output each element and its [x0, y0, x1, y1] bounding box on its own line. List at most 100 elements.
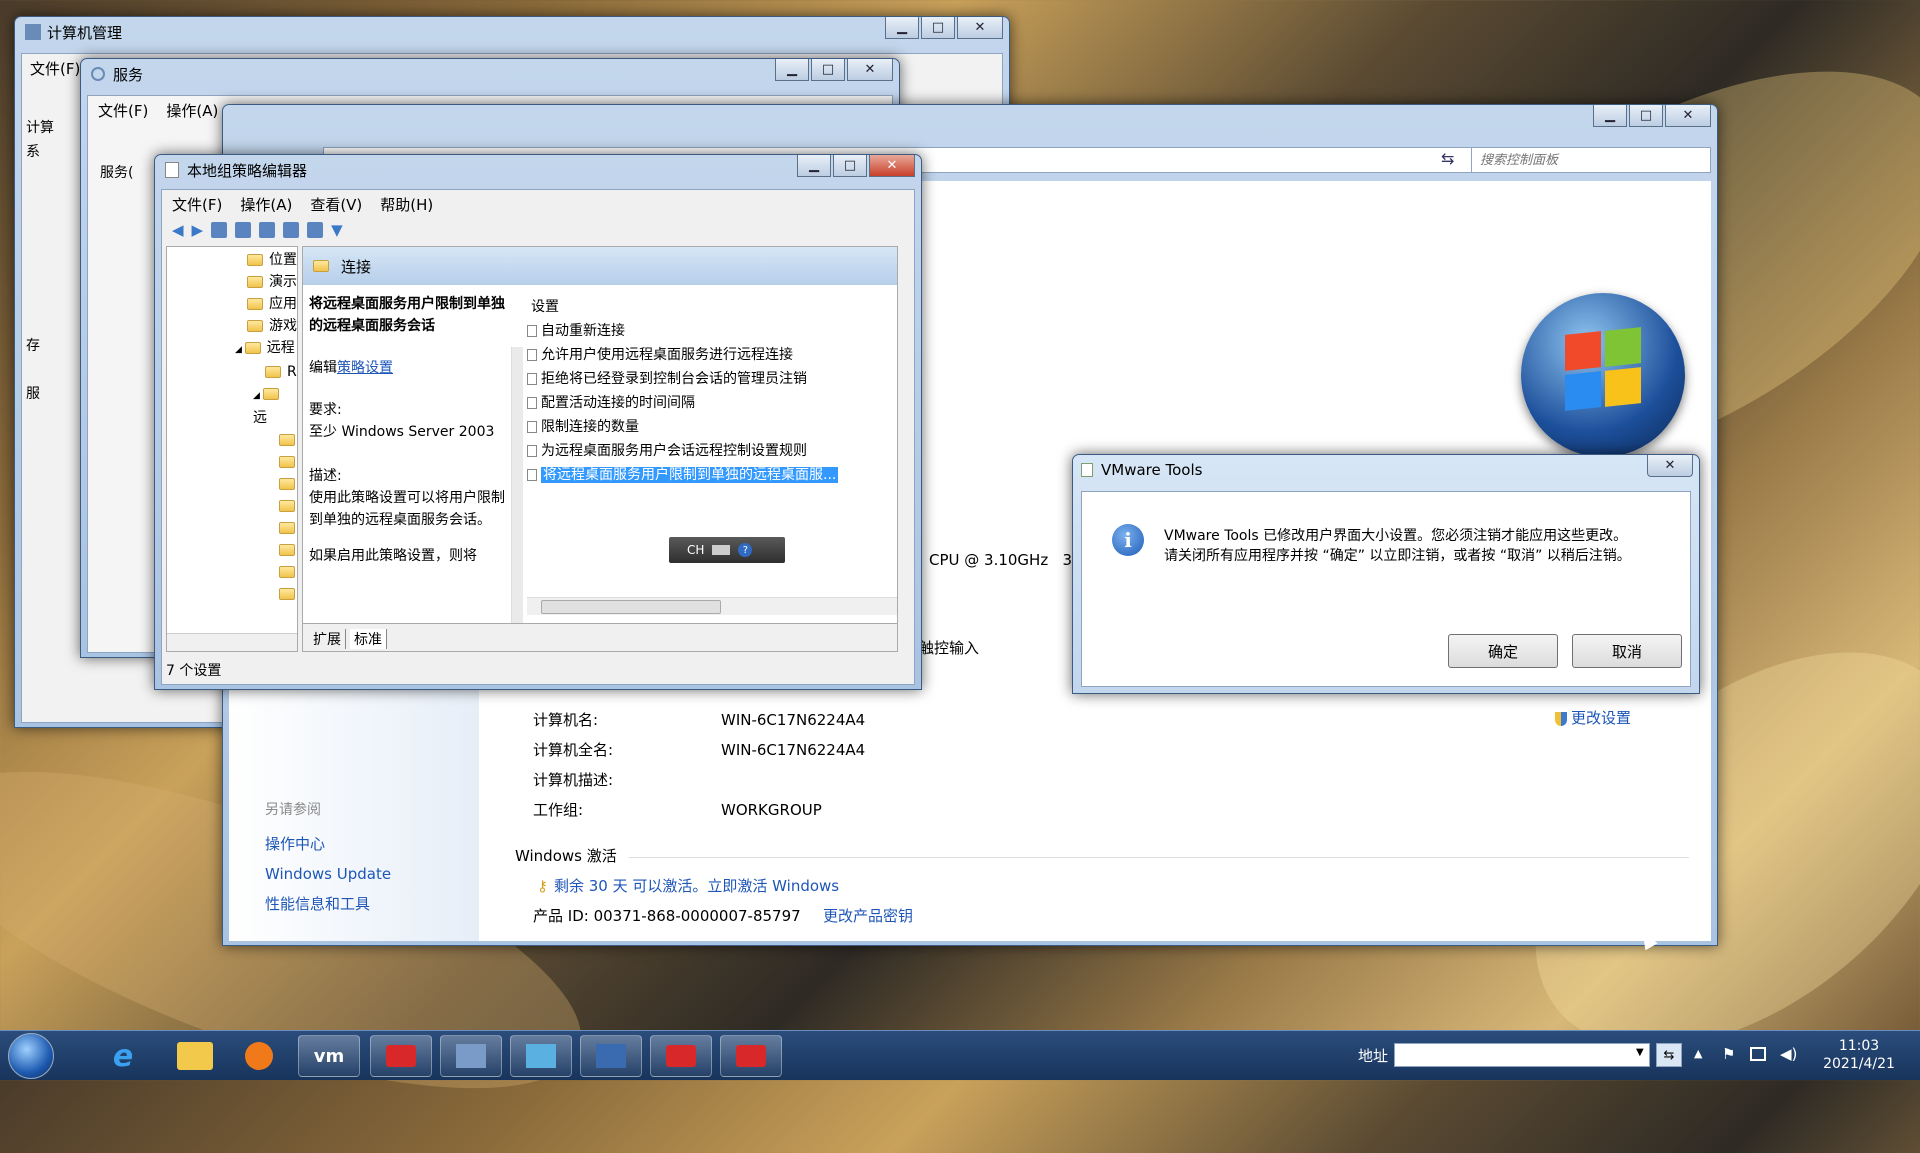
go-icon[interactable]: ⇆ [1656, 1043, 1682, 1067]
menu-action[interactable]: 操作(A) [240, 194, 292, 215]
folder-icon[interactable] [279, 522, 295, 534]
taskbar-media-player-icon[interactable] [228, 1035, 290, 1077]
flag-icon[interactable]: ⚑ [1722, 1045, 1735, 1063]
settings-item[interactable]: 为远程桌面服务用户会话远程控制设置规则 [527, 439, 897, 463]
settings-item[interactable]: 限制连接的数量 [527, 415, 897, 439]
forward-icon[interactable]: ▶ [192, 221, 204, 239]
vmware-dialog-titlebar[interactable]: VMware Tools [1073, 455, 1699, 485]
back-icon[interactable]: ◀ [172, 221, 184, 239]
link-performance[interactable]: 性能信息和工具 [265, 889, 391, 919]
taskbar-computer-management-icon[interactable] [440, 1035, 502, 1077]
settings-item[interactable]: 拒绝将已经登录到控制台会话的管理员注销 [527, 367, 897, 391]
network-icon[interactable] [1750, 1047, 1766, 1061]
close-button[interactable]: ✕ [1665, 105, 1711, 127]
services-left-item[interactable]: 服务( [100, 162, 133, 182]
settings-item[interactable]: 自动重新连接 [527, 319, 897, 343]
tree-item[interactable]: ◢ 远程 [167, 337, 297, 361]
taskbar-toolbox-icon[interactable] [370, 1035, 432, 1077]
tab-standard[interactable]: 标准 [350, 628, 387, 649]
link-windows-update[interactable]: Windows Update [265, 859, 391, 889]
folder-icon[interactable] [279, 500, 295, 512]
start-button[interactable] [8, 1033, 54, 1079]
vmware-dialog[interactable]: VMware Tools ✕ i VMware Tools 已修改用户界面大小设… [1072, 454, 1700, 694]
minimize-button[interactable]: ▁ [775, 59, 809, 81]
gpedit-window[interactable]: 本地组策略编辑器 ▁ □ ✕ 文件(F) 操作(A) 查看(V) 帮助(H) ◀… [154, 154, 922, 690]
maximize-button[interactable]: □ [833, 155, 867, 177]
tree-item[interactable]: 服 [26, 382, 86, 406]
link-action-center[interactable]: 操作中心 [265, 829, 391, 859]
cancel-button[interactable]: 取消 [1572, 634, 1682, 668]
minimize-button[interactable]: ▁ [797, 155, 831, 177]
folder-icon[interactable] [279, 544, 295, 556]
show-tree-icon[interactable] [235, 222, 252, 238]
scroll-thumb[interactable] [541, 600, 721, 614]
properties-icon[interactable] [307, 222, 324, 238]
close-button[interactable]: ✕ [957, 17, 1003, 39]
help-book-icon[interactable] [283, 222, 300, 238]
dropdown-arrow-icon[interactable]: ▼ [1636, 1047, 1644, 1058]
clock[interactable]: 11:03 2021/4/21 [1814, 1037, 1904, 1073]
computer-management-titlebar[interactable]: 计算机管理 [15, 17, 1009, 47]
maximize-button[interactable]: □ [1629, 105, 1663, 127]
menu-file[interactable]: 文件(F) [98, 100, 148, 121]
taskbar-ie-icon[interactable]: e [92, 1035, 154, 1077]
tree-item[interactable]: 存 [26, 334, 86, 358]
show-hidden-icons-button[interactable]: ▲ [1694, 1047, 1702, 1060]
maximize-button[interactable]: □ [921, 17, 955, 39]
description-cutoff: 如果启用此策略设置，则将 [309, 548, 477, 564]
search-input[interactable] [1471, 147, 1711, 173]
folder-icon[interactable] [279, 434, 295, 446]
tree-item[interactable]: 应用 [167, 293, 297, 315]
export-icon[interactable] [259, 222, 276, 238]
language-bar[interactable]: CH ? [669, 537, 785, 563]
gpedit-title: 本地组策略编辑器 [187, 161, 308, 180]
tree-item[interactable]: 系 [26, 140, 86, 164]
maximize-button[interactable]: □ [811, 59, 845, 81]
taskbar-gpedit-icon[interactable] [650, 1035, 712, 1077]
settings-list: 设置 自动重新连接 允许用户使用远程桌面服务进行远程连接 拒绝将已经登录到控制台… [527, 295, 897, 487]
taskbar-system-icon[interactable] [580, 1035, 642, 1077]
change-key-link[interactable]: 更改产品密钥 [823, 905, 913, 926]
description-scrollbar[interactable] [511, 347, 523, 637]
taskbar-vmware-icon[interactable]: vm [298, 1035, 360, 1077]
minimize-button[interactable]: ▁ [1593, 105, 1627, 127]
activation-link[interactable]: ⚷ 剩余 30 天 可以激活。立即激活 Windows [537, 875, 839, 896]
refresh-icon[interactable]: ⇆ [1441, 149, 1454, 168]
address-toolbar-input[interactable] [1394, 1043, 1650, 1067]
tab-extended[interactable]: 扩展 [309, 628, 346, 649]
menu-help[interactable]: 帮助(H) [380, 194, 433, 215]
folder-icon[interactable] [279, 566, 295, 578]
settings-item[interactable]: 配置活动连接的时间间隔 [527, 391, 897, 415]
filter-icon[interactable]: ▼ [331, 221, 343, 239]
change-settings-link[interactable]: 更改设置 [1555, 707, 1631, 728]
settings-item-selected[interactable]: 将远程桌面服务用户限制到单独的远程桌面服... [527, 463, 897, 487]
tree-item[interactable]: 游戏 [167, 315, 297, 337]
close-button[interactable]: ✕ [869, 155, 915, 177]
tree-item[interactable]: 演示 [167, 271, 297, 293]
taskbar-control-panel-icon[interactable] [510, 1035, 572, 1077]
folder-icon[interactable] [279, 588, 295, 600]
policy-settings-link[interactable]: 策略设置 [337, 360, 393, 376]
up-folder-icon[interactable] [211, 222, 228, 238]
folder-icon[interactable] [279, 478, 295, 490]
volume-icon[interactable]: ◀) [1780, 1045, 1797, 1063]
tree-hscrollbar[interactable] [167, 633, 297, 651]
window-controls: ✕ [1647, 455, 1693, 477]
folder-icon[interactable] [279, 456, 295, 468]
settings-item[interactable]: 允许用户使用远程桌面服务进行远程连接 [527, 343, 897, 367]
close-button[interactable]: ✕ [847, 59, 893, 81]
menu-action[interactable]: 操作(A) [166, 100, 218, 121]
ok-button[interactable]: 确定 [1448, 634, 1558, 668]
tree-item[interactable]: ◢ 远 [167, 383, 297, 429]
tree-item[interactable]: R [167, 361, 297, 383]
policy-icon [527, 445, 537, 457]
tree-item[interactable]: 位置 [167, 249, 297, 271]
menu-view[interactable]: 查看(V) [310, 194, 362, 215]
taskbar-explorer-icon[interactable] [164, 1035, 226, 1077]
menu-file[interactable]: 文件(F) [172, 194, 222, 215]
tree-item[interactable]: 计算 [26, 116, 86, 140]
settings-hscrollbar[interactable] [527, 597, 897, 615]
taskbar-toolbox-icon-2[interactable] [720, 1035, 782, 1077]
close-button[interactable]: ✕ [1647, 455, 1693, 477]
minimize-button[interactable]: ▁ [885, 17, 919, 39]
